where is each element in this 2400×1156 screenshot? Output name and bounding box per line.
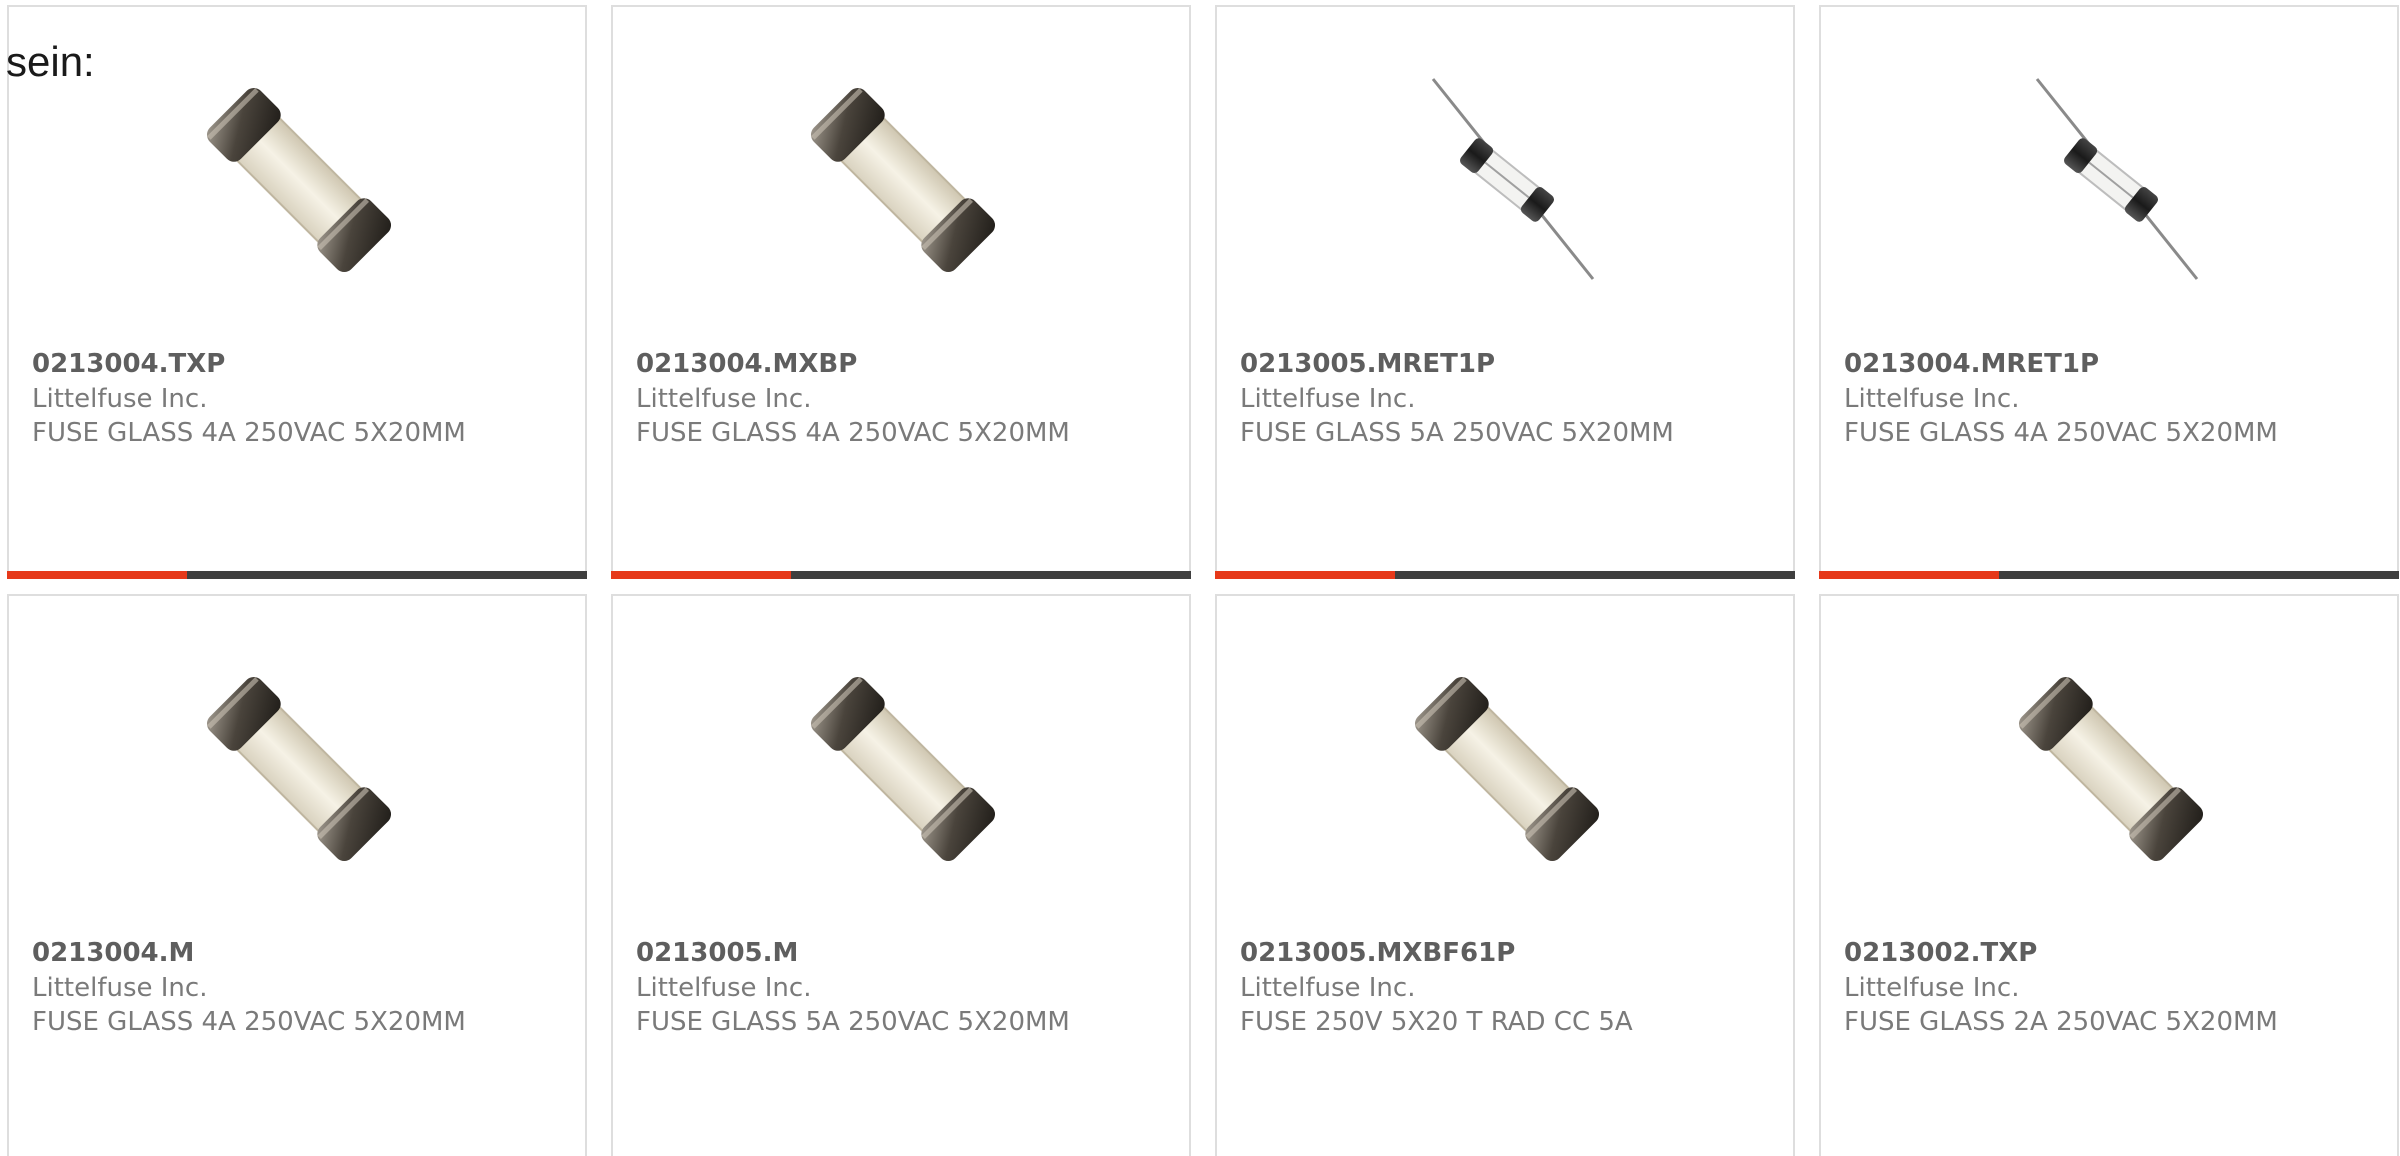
- product-card[interactable]: 0213004.MRET1P Littelfuse Inc. FUSE GLASS …: [1819, 5, 2399, 579]
- product-description: FUSE GLASS 2A 250VAC 5X20MM: [1844, 1007, 2278, 1037]
- part-number-link[interactable]: 0213005.M: [636, 936, 798, 970]
- product-description: FUSE GLASS 4A 250VAC 5X20MM: [32, 418, 466, 448]
- product-card[interactable]: 0213005.MXBF61P Littelfuse Inc. FUSE 250V …: [1215, 594, 1795, 1156]
- cartridge-fuse-icon: [195, 666, 403, 872]
- manufacturer-name: Littelfuse Inc.: [636, 973, 812, 1003]
- manufacturer-name: Littelfuse Inc.: [1240, 384, 1416, 414]
- cartridge-fuse-icon: [195, 77, 403, 283]
- part-number-link[interactable]: 0213004.MRET1P: [1844, 347, 2099, 381]
- part-number-link[interactable]: 0213004.MXBP: [636, 347, 857, 381]
- progress-bar: [7, 571, 587, 579]
- axial-lead-fuse-icon: [1403, 77, 1611, 283]
- product-card[interactable]: 0213005.MRET1P Littelfuse Inc. FUSE GLASS …: [1215, 5, 1795, 579]
- part-number-link[interactable]: 0213004.M: [32, 936, 194, 970]
- intro-text: sein:: [6, 38, 95, 85]
- manufacturer-name: Littelfuse Inc.: [1844, 973, 2020, 1003]
- part-number-link[interactable]: 0213005.MRET1P: [1240, 347, 1495, 381]
- manufacturer-name: Littelfuse Inc.: [1844, 384, 2020, 414]
- progress-fill: [611, 571, 791, 579]
- axial-lead-fuse-icon: [2007, 77, 2215, 283]
- part-number-link[interactable]: 0213005.MXBF61P: [1240, 936, 1515, 970]
- product-description: FUSE GLASS 4A 250VAC 5X20MM: [1844, 418, 2278, 448]
- progress-bar: [1215, 571, 1795, 579]
- cartridge-fuse-icon: [2007, 666, 2215, 872]
- manufacturer-name: Littelfuse Inc.: [32, 384, 208, 414]
- progress-fill: [1215, 571, 1395, 579]
- product-description: FUSE 250V 5X20 T RAD CC 5A: [1240, 1007, 1633, 1037]
- part-number-link[interactable]: 0213004.TXP: [32, 347, 225, 381]
- manufacturer-name: Littelfuse Inc.: [636, 384, 812, 414]
- product-description: FUSE GLASS 4A 250VAC 5X20MM: [636, 418, 1070, 448]
- product-card[interactable]: 0213002.TXP Littelfuse Inc. FUSE GLASS 2A …: [1819, 594, 2399, 1156]
- cartridge-fuse-icon: [799, 77, 1007, 283]
- product-description: FUSE GLASS 5A 250VAC 5X20MM: [1240, 418, 1674, 448]
- product-card[interactable]: 0213004.M Littelfuse Inc. FUSE GLASS 4A 25…: [7, 594, 587, 1156]
- product-description: FUSE GLASS 5A 250VAC 5X20MM: [636, 1007, 1070, 1037]
- cartridge-fuse-icon: [799, 666, 1007, 872]
- product-card[interactable]: 0213004.TXP Littelfuse Inc. FUSE GLASS 4A …: [7, 5, 587, 579]
- product-card[interactable]: 0213004.MXBP Littelfuse Inc. FUSE GLASS 4A…: [611, 5, 1191, 579]
- product-grid: 0213004.TXP Littelfuse Inc. FUSE GLASS 4A …: [7, 5, 2400, 1156]
- progress-bar: [1819, 571, 2399, 579]
- cartridge-fuse-icon: [1403, 666, 1611, 872]
- progress-fill: [7, 571, 187, 579]
- part-number-link[interactable]: 0213002.TXP: [1844, 936, 2037, 970]
- progress-bar: [611, 571, 1191, 579]
- product-description: FUSE GLASS 4A 250VAC 5X20MM: [32, 1007, 466, 1037]
- manufacturer-name: Littelfuse Inc.: [1240, 973, 1416, 1003]
- product-card[interactable]: 0213005.M Littelfuse Inc. FUSE GLASS 5A 25…: [611, 594, 1191, 1156]
- progress-fill: [1819, 571, 1999, 579]
- manufacturer-name: Littelfuse Inc.: [32, 973, 208, 1003]
